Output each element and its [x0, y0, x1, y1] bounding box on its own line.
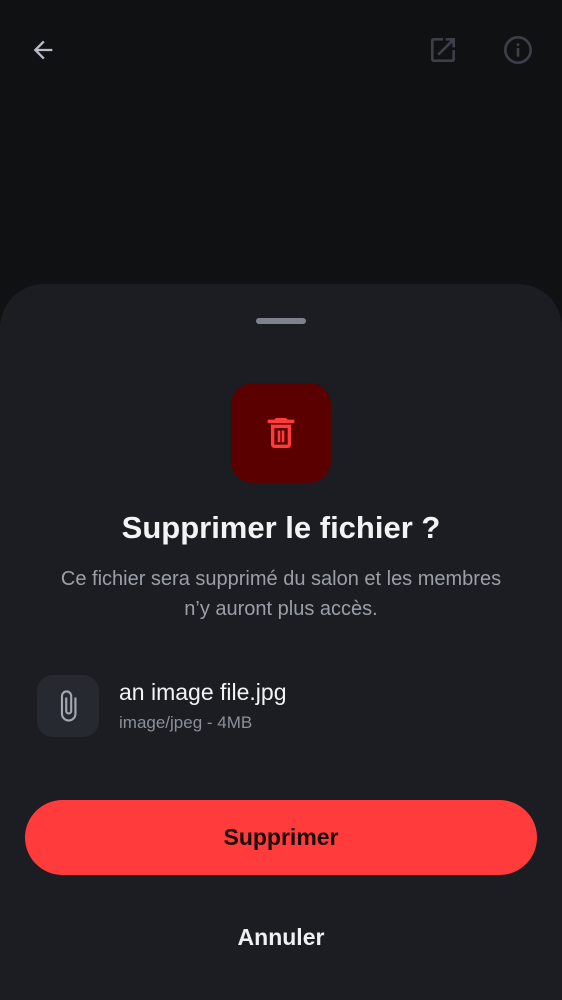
open-external-icon — [431, 38, 455, 62]
paperclip-icon — [60, 690, 77, 722]
delete-button[interactable]: Supprimer — [25, 800, 537, 875]
top-app-bar — [0, 0, 562, 100]
file-item: an image file.jpg image/jpeg - 4MB — [37, 675, 532, 739]
danger-icon-container — [231, 383, 331, 483]
back-button[interactable] — [19, 26, 67, 74]
dialog-description: Ce fichier sera supprimé du salon et les… — [60, 568, 502, 620]
file-icon-container — [37, 675, 99, 737]
arrow-left-icon — [33, 40, 53, 60]
screen: Supprimer le fichier ? Ce fichier sera s… — [0, 0, 562, 1000]
trash-icon — [267, 418, 295, 448]
file-name: an image file.jpg — [119, 679, 287, 705]
drag-handle[interactable] — [256, 318, 306, 324]
delete-file-bottom-sheet: Supprimer le fichier ? Ce fichier sera s… — [0, 284, 562, 1000]
dialog-title: Supprimer le fichier ? — [121, 510, 441, 545]
open-external-button[interactable] — [419, 26, 467, 74]
info-button[interactable] — [494, 26, 542, 74]
info-icon — [504, 36, 532, 64]
cancel-button[interactable]: Annuler — [150, 909, 412, 965]
file-meta: image/jpeg - 4MB — [119, 713, 253, 732]
